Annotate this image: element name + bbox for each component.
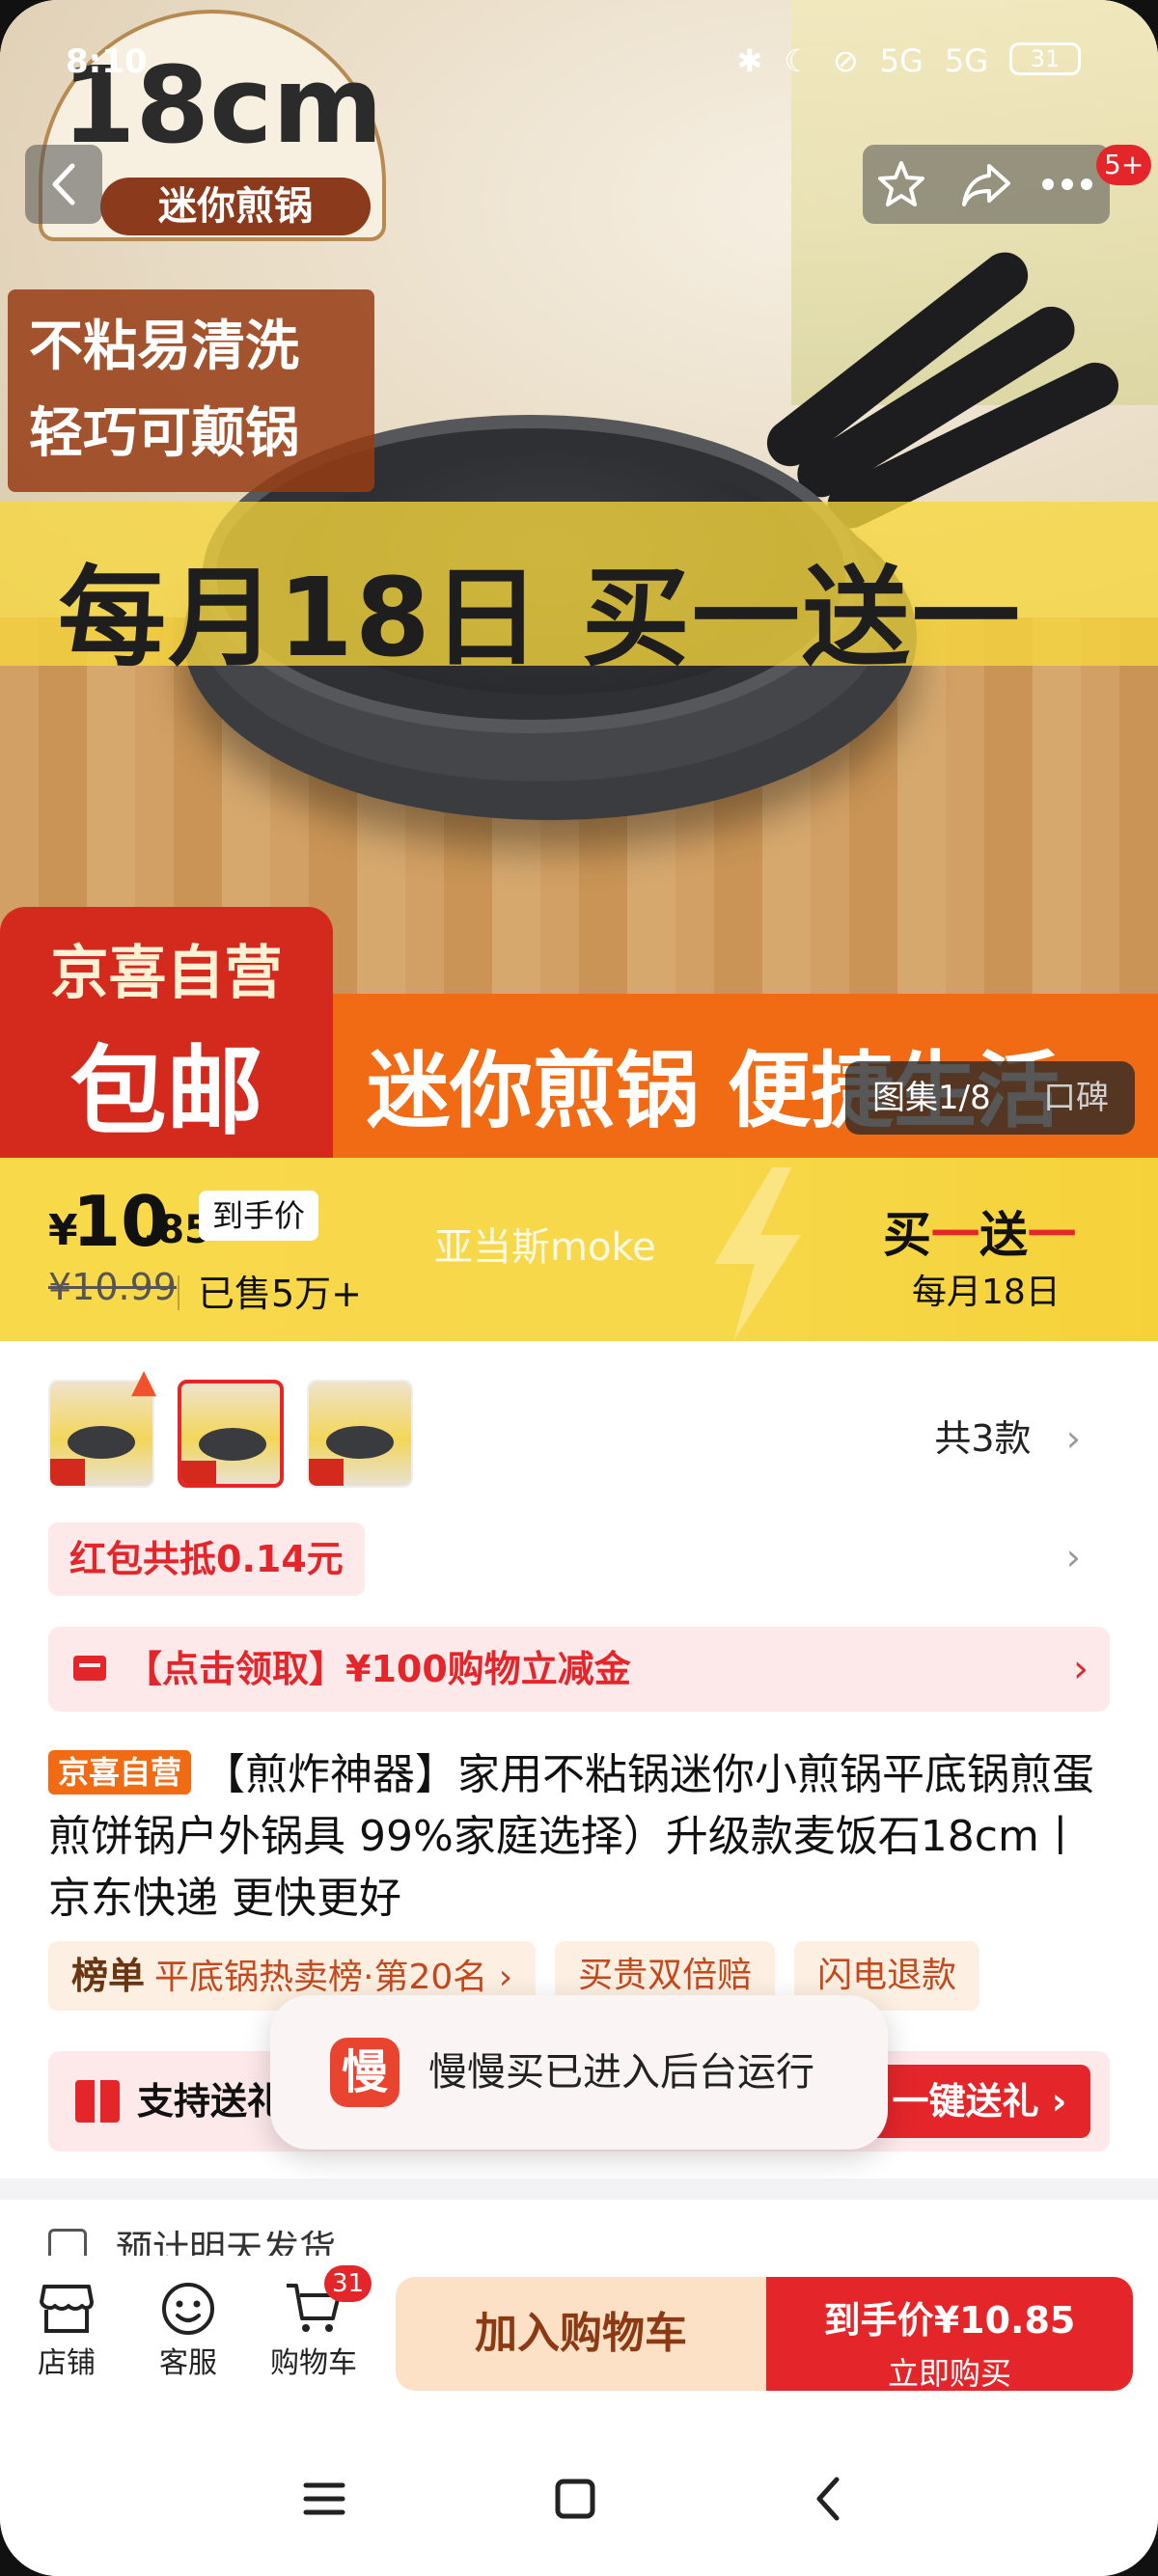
send-gift-button[interactable]: 一键送礼 › — [868, 2065, 1090, 2138]
share-button[interactable] — [948, 145, 1025, 224]
feature-box: 不粘易清洗 轻巧可颠锅 — [8, 289, 374, 492]
mute-icon: ⊘ — [832, 42, 859, 79]
chevron-left-icon — [52, 163, 75, 206]
top-actions — [863, 145, 1110, 224]
bogo-date: 每月18日 — [912, 1273, 1061, 1312]
buy-final-price-label: 到手价 — [823, 2299, 934, 2342]
background-toast: 慢 慢慢买已进入后台运行 — [270, 1995, 888, 2150]
more-button[interactable] — [1029, 145, 1106, 224]
variants-count: 共3款 — [934, 1417, 1032, 1460]
star-icon — [878, 161, 924, 206]
back-button[interactable] — [25, 145, 102, 224]
gallery-counter[interactable]: 图集1/8 — [872, 1061, 991, 1135]
buy-now-label: 立即购买 — [887, 2355, 1011, 2392]
favorite-button[interactable] — [863, 145, 940, 224]
chevron-left-icon — [816, 2477, 840, 2521]
original-price: ¥10.99 — [48, 1266, 177, 1308]
notification-badge: 5+ — [1096, 145, 1152, 185]
variant-thumbnail-selected[interactable] — [178, 1380, 284, 1488]
gallery-indicator[interactable]: 图集1/8 口碑 — [845, 1061, 1135, 1135]
card-icon — [73, 1656, 106, 1681]
brand-badge-shipping: 包邮 — [69, 1035, 263, 1148]
bogo-label: 买一送一 — [883, 1207, 1076, 1263]
lightning-icon — [714, 1167, 801, 1341]
screen: 18cm 迷你煎锅 不粘易清洗 轻巧可颠锅 每月18日 买一送一 京喜自营 包邮… — [0, 0, 1158, 2576]
signal-5g-icon: 5G — [879, 42, 924, 79]
add-to-cart-button[interactable]: 加入购物车 — [396, 2277, 766, 2391]
battery-icon: 31 — [1009, 42, 1081, 75]
moon-icon: ☾ — [784, 42, 812, 79]
store-icon — [40, 2285, 94, 2333]
cart-count-badge: 31 — [324, 2265, 372, 2302]
toast-message: 慢慢买已进入后台运行 — [428, 2050, 814, 2095]
chevron-right-icon: › — [1042, 1417, 1081, 1460]
gift-label: 支持送礼 — [137, 2080, 285, 2123]
variant-thumbnail[interactable] — [307, 1380, 413, 1488]
promo-band-text: 每月18日 买一送一 — [58, 556, 1022, 681]
final-price-tag: 到手价 — [199, 1191, 319, 1241]
feature-1: 不粘易清洗 — [29, 315, 299, 378]
hot-flame-icon: ▲ — [131, 1362, 157, 1401]
status-bar: 8:10 ✱ ☾ ⊘ 5G 5G 31 — [0, 29, 1158, 106]
watermark: 亚当斯moke — [434, 1225, 656, 1270]
home-nav-button[interactable] — [537, 2460, 614, 2537]
square-icon — [555, 2479, 595, 2519]
bottom-action-bar: 店铺 客服 31 购物车 加入购物车 到手价¥10.85 立即购买 — [0, 2256, 1158, 2402]
store-label: 店铺 — [38, 2346, 96, 2380]
chevron-right-icon: › — [1073, 1647, 1089, 1691]
brand-badge-title: 京喜自营 — [50, 940, 283, 1007]
promo-band: 每月18日 买一送一 — [0, 502, 1158, 681]
buy-now-button[interactable]: 到手价¥10.85 立即购买 — [766, 2277, 1133, 2392]
coupon-tag[interactable]: 红包共抵0.14元 — [48, 1522, 365, 1596]
seller-badge: 京喜自营 — [48, 1750, 192, 1795]
chevron-right-icon[interactable]: › — [1066, 1536, 1081, 1578]
variants-link[interactable]: 共3款 › — [934, 1409, 1081, 1462]
smile-icon — [162, 2283, 214, 2335]
sold-count: 已售5万+ — [198, 1273, 363, 1315]
cart-label: 购物车 — [270, 2346, 357, 2380]
menu-icon — [303, 2482, 345, 2515]
feature-2: 轻巧可颠锅 — [29, 402, 299, 465]
brand-badge: 京喜自营 包邮 — [0, 907, 333, 1158]
claim-voucher-text: 【点击领取】¥100购物立减金 — [125, 1648, 631, 1690]
store-button[interactable]: 店铺 — [14, 2279, 120, 2381]
status-time: 8:10 — [66, 42, 148, 81]
customer-service-button[interactable]: 客服 — [135, 2279, 241, 2381]
buy-final-price: ¥10.85 — [933, 2299, 1076, 2342]
reviews-tab[interactable]: 口碑 — [1043, 1061, 1109, 1135]
back-nav-button[interactable] — [789, 2460, 867, 2537]
price-bar: ¥ 10 .85 到手价 ¥10.99 已售5万+ 亚当斯moke 买一送一 每… — [0, 1158, 1158, 1341]
variant-thumbnails — [48, 1380, 413, 1488]
claim-voucher-banner[interactable]: 【点击领取】¥100购物立减金 › — [48, 1627, 1110, 1712]
cart-button[interactable]: 31 购物车 — [261, 2265, 372, 2381]
menu-nav-button[interactable] — [286, 2460, 363, 2537]
share-icon — [962, 164, 1010, 206]
product-title-text: 【煎炸神器】家用不粘锅迷你小煎锅平底锅煎蛋煎饼锅户外锅具 99%家庭选择）升级款… — [48, 1750, 1095, 1923]
product-title: 京喜自营 【煎炸神器】家用不粘锅迷你小煎锅平底锅煎蛋煎饼锅户外锅具 99%家庭选择… — [48, 1744, 1110, 1930]
gift-icon — [75, 2080, 120, 2123]
more-icon — [1042, 178, 1092, 190]
system-navigation-bar — [0, 2422, 1158, 2576]
bluetooth-icon: ✱ — [736, 42, 763, 79]
customer-service-label: 客服 — [159, 2346, 217, 2380]
signal-5g-icon: 5G — [944, 42, 988, 79]
size-label: 迷你煎锅 — [100, 178, 371, 235]
app-logo-icon: 慢 — [330, 2038, 400, 2107]
